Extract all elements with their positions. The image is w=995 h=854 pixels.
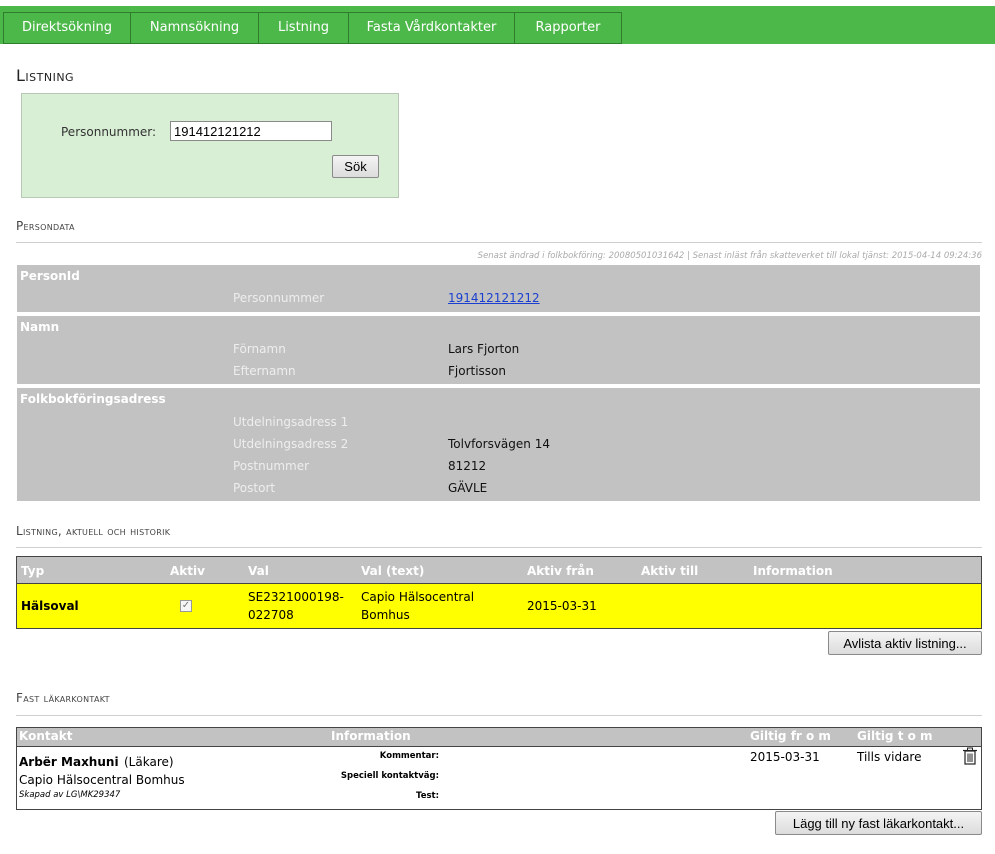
utdelningsadress1-label: Utdelningsadress 1	[233, 415, 349, 429]
nav-listning[interactable]: Listning	[258, 12, 349, 44]
listning-table-header: Typ Aktiv Val Val (text) Aktiv från Akti…	[17, 557, 981, 584]
namn-title: Namn	[20, 320, 60, 334]
listning-heading: Listning, aktuell och historik	[16, 524, 171, 538]
nav-namnsokning[interactable]: Namnsökning	[130, 12, 259, 44]
persondata-meta: Senast ändrad i folkbokföring: 200805010…	[477, 251, 982, 261]
fornamn-value: Lars Fjorton	[448, 342, 520, 356]
personnummer-search-input[interactable]	[170, 121, 332, 141]
fast-divider	[16, 715, 982, 716]
persondata-heading: Persondata	[16, 219, 75, 233]
col-kontakt: Kontakt	[19, 729, 73, 743]
col-aktiv-till: Aktiv till	[641, 564, 699, 578]
col-fast-information: Information	[331, 729, 411, 743]
kommentar-label: Kommentar:	[379, 751, 439, 761]
row-typ: Hälsoval	[21, 599, 79, 613]
listning-table: Typ Aktiv Val Val (text) Aktiv från Akti…	[16, 556, 982, 629]
listning-divider	[16, 547, 982, 548]
utdelningsadress2-value: Tolvforsvägen 14	[448, 437, 550, 451]
contact-created-by: Skapad av LG\MK29347	[19, 790, 121, 800]
contact-name: Arbër Maxhuni	[19, 755, 119, 769]
giltig-from-value: 2015-03-31	[750, 750, 820, 764]
efternamn-value: Fjortisson	[448, 364, 507, 378]
test-label: Test:	[416, 791, 439, 801]
nav-fasta-vardkontakter[interactable]: Fasta Vårdkontakter	[348, 12, 515, 44]
persondata-divider	[16, 242, 982, 243]
contact-unit: Capio Hälsocentral Bomhus	[19, 773, 185, 787]
page-title: Listning	[16, 66, 75, 85]
utdelningsadress2-label: Utdelningsadress 2	[233, 437, 349, 451]
aktiv-checkbox: ✓	[180, 600, 192, 612]
postnummer-value: 81212	[448, 459, 487, 473]
col-giltig-from: Giltig fr o m	[750, 729, 831, 743]
search-panel: Personnummer: Sök	[21, 93, 399, 198]
adress-group: Folkbokföringsadress Utdelningsadress 1 …	[17, 388, 980, 501]
row-val-text-line1: Capio Hälsocentral	[361, 590, 475, 604]
personnummer-link[interactable]: 191412121212	[448, 291, 540, 305]
col-giltig-tom: Giltig t o m	[857, 729, 933, 743]
postort-value: GÄVLE	[448, 481, 488, 495]
col-val-text: Val (text)	[361, 564, 425, 578]
col-information: Information	[753, 564, 833, 578]
top-nav: Direktsökning Namnsökning Listning Fasta…	[0, 6, 995, 44]
fast-lakarkontakt-heading: Fast läkarkontakt	[16, 691, 110, 705]
personid-title: PersonId	[20, 269, 80, 283]
col-typ: Typ	[21, 564, 45, 578]
postnummer-label: Postnummer	[233, 459, 310, 473]
trash-icon[interactable]	[962, 747, 978, 765]
col-aktiv-fran: Aktiv från	[527, 564, 594, 578]
fast-lakarkontakt-table: Kontakt Information Giltig fr o m Giltig…	[16, 727, 982, 810]
avlista-button[interactable]: Avlista aktiv listning...	[828, 631, 982, 655]
col-aktiv: Aktiv	[170, 564, 205, 578]
row-val-text-line2: Bomhus	[361, 608, 410, 622]
giltig-tom-value: Tills vidare	[857, 750, 922, 764]
adress-title: Folkbokföringsadress	[20, 392, 166, 406]
contact-role: (Läkare)	[124, 755, 174, 769]
table-row: Hälsoval ✓ SE2321000198- 022708 Capio Hä…	[17, 584, 981, 628]
row-aktiv-fran: 2015-03-31	[527, 599, 597, 613]
fast-table-header: Kontakt Information Giltig fr o m Giltig…	[17, 728, 981, 747]
row-val-line2: 022708	[248, 608, 294, 622]
postort-label: Postort	[233, 481, 276, 495]
personid-group: PersonId Personnummer 191412121212	[17, 265, 980, 312]
row-val-line1: SE2321000198-	[248, 590, 344, 604]
personnummer-search-label: Personnummer:	[61, 125, 157, 139]
nav-direktsokning[interactable]: Direktsökning	[3, 12, 131, 44]
efternamn-label: Efternamn	[233, 364, 296, 378]
col-val: Val	[248, 564, 269, 578]
nav-rapporter[interactable]: Rapporter	[514, 12, 622, 44]
add-fast-lakarkontakt-button[interactable]: Lägg till ny fast läkarkontakt...	[775, 811, 982, 835]
kontaktvag-label: Speciell kontaktväg:	[340, 771, 439, 781]
search-button[interactable]: Sök	[332, 155, 379, 178]
namn-group: Namn Förnamn Lars Fjorton Efternamn Fjor…	[17, 316, 980, 384]
fornamn-label: Förnamn	[233, 342, 286, 356]
personnummer-label: Personnummer	[233, 291, 325, 305]
